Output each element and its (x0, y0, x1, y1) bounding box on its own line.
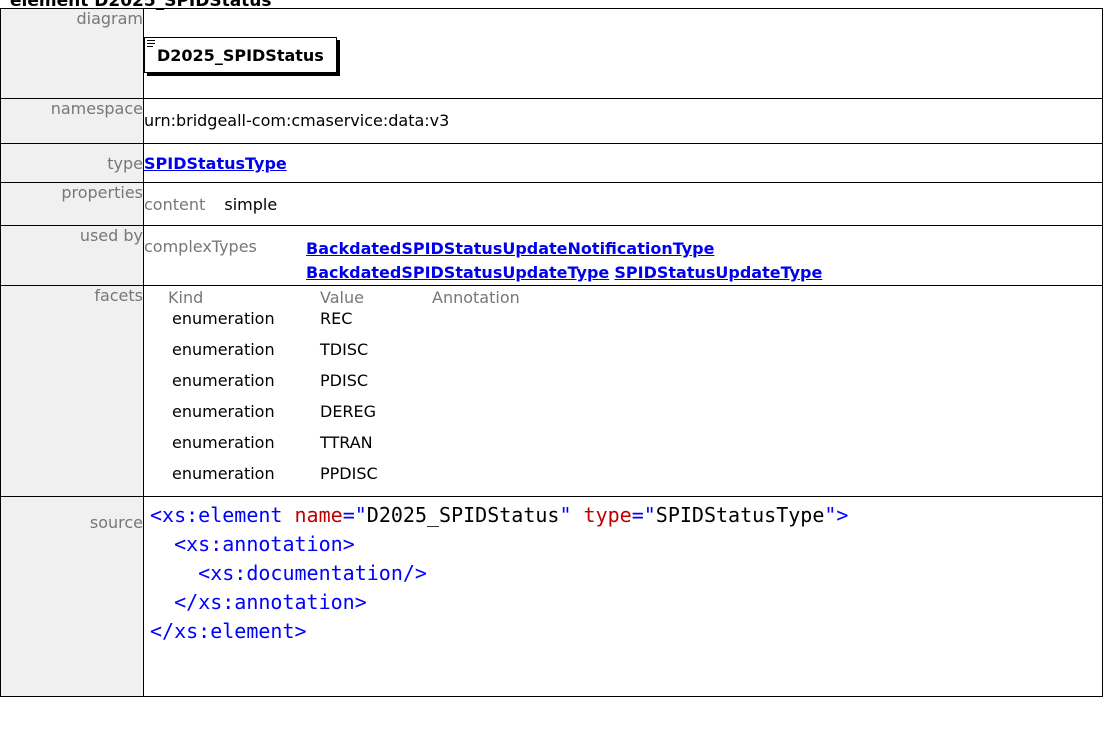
used-by-key: complexTypes (144, 237, 257, 256)
facet-value: REC (320, 309, 353, 328)
used-by-link[interactable]: SPIDStatusUpdateType (614, 263, 822, 282)
used-by-row: used by complexTypes BackdatedSPIDStatus… (0, 225, 1103, 286)
facet-kind: enumeration (172, 433, 275, 452)
facets-header-kind: Kind (168, 288, 204, 307)
xml-source-code: <xs:element name="D2025_SPIDStatus" type… (150, 503, 849, 643)
xml-annotation-open: xs:annotation (186, 532, 343, 556)
xml-name-attr: name (294, 503, 343, 527)
facet-row: enumeration PDISC (168, 371, 520, 402)
facets-label: facets (0, 285, 144, 497)
properties-row: properties content simple (0, 182, 1103, 226)
diagram-label: diagram (0, 8, 144, 99)
properties-value: simple (224, 195, 278, 214)
type-label: type (0, 143, 144, 183)
used-by-label: used by (0, 225, 144, 286)
used-by-link[interactable]: BackdatedSPIDStatusUpdateNotificationTyp… (306, 239, 714, 258)
element-doc-table: diagram D2025_SPIDStatus namespace urn:b… (0, 8, 1103, 697)
used-by-cell: complexTypes BackdatedSPIDStatusUpdateNo… (143, 225, 1103, 286)
facets-table: Kind Value Annotation enumeration REC en… (168, 288, 520, 495)
facets-row: facets Kind Value Annotation enumeration… (0, 285, 1103, 497)
facet-row: enumeration DEREG (168, 402, 520, 433)
facet-value: DEREG (320, 402, 377, 421)
xml-documentation-tag: xs:documentation (210, 561, 403, 585)
facet-kind: enumeration (172, 464, 275, 483)
diagram-box-text: D2025_SPIDStatus (157, 46, 324, 65)
source-label: source (0, 496, 144, 697)
xml-annotation-close: xs:annotation (198, 590, 355, 614)
facets-header-value: Value (320, 288, 364, 307)
facet-value: TTRAN (320, 433, 373, 452)
xml-type-value: SPIDStatusType (655, 503, 825, 527)
facet-row: enumeration PPDISC (168, 464, 520, 495)
facets-cell: Kind Value Annotation enumeration REC en… (143, 285, 1103, 497)
facet-kind: enumeration (172, 402, 275, 421)
properties-label: properties (0, 182, 144, 226)
facet-row: enumeration TTRAN (168, 433, 520, 464)
facet-value: TDISC (320, 340, 369, 359)
facet-row: enumeration REC (168, 309, 520, 340)
facet-value: PDISC (320, 371, 369, 390)
facet-row: enumeration TDISC (168, 340, 520, 371)
namespace-value: urn:bridgeall-com:cmaservice:data:v3 (143, 98, 1103, 144)
facets-header-row: Kind Value Annotation (168, 288, 520, 309)
source-row: source <xs:element name="D2025_SPIDStatu… (0, 496, 1103, 697)
properties-key: content (144, 195, 206, 214)
facet-kind: enumeration (172, 340, 275, 359)
xml-element-close: xs:element (174, 619, 295, 643)
facet-kind: enumeration (172, 309, 275, 328)
xml-name-value: D2025_SPIDStatus (366, 503, 560, 527)
xml-element-tag: xs:element (162, 503, 283, 527)
properties-cell: content simple (143, 182, 1103, 226)
facets-header-annotation: Annotation (432, 288, 520, 307)
diagram-row: diagram D2025_SPIDStatus (0, 8, 1103, 99)
type-row: type SPIDStatusType (0, 143, 1103, 183)
xml-type-attr: type (583, 503, 632, 527)
type-cell: SPIDStatusType (143, 143, 1103, 183)
element-diagram-box[interactable]: D2025_SPIDStatus (144, 37, 337, 73)
diagram-cell: D2025_SPIDStatus (143, 8, 1103, 99)
element-lines-icon (147, 40, 157, 48)
source-cell: <xs:element name="D2025_SPIDStatus" type… (143, 496, 1103, 697)
namespace-row: namespace urn:bridgeall-com:cmaservice:d… (0, 98, 1103, 144)
facet-kind: enumeration (172, 371, 275, 390)
used-by-link[interactable]: BackdatedSPIDStatusUpdateType (306, 263, 609, 282)
type-link[interactable]: SPIDStatusType (144, 154, 287, 173)
namespace-label: namespace (0, 98, 144, 144)
facet-value: PPDISC (320, 464, 378, 483)
